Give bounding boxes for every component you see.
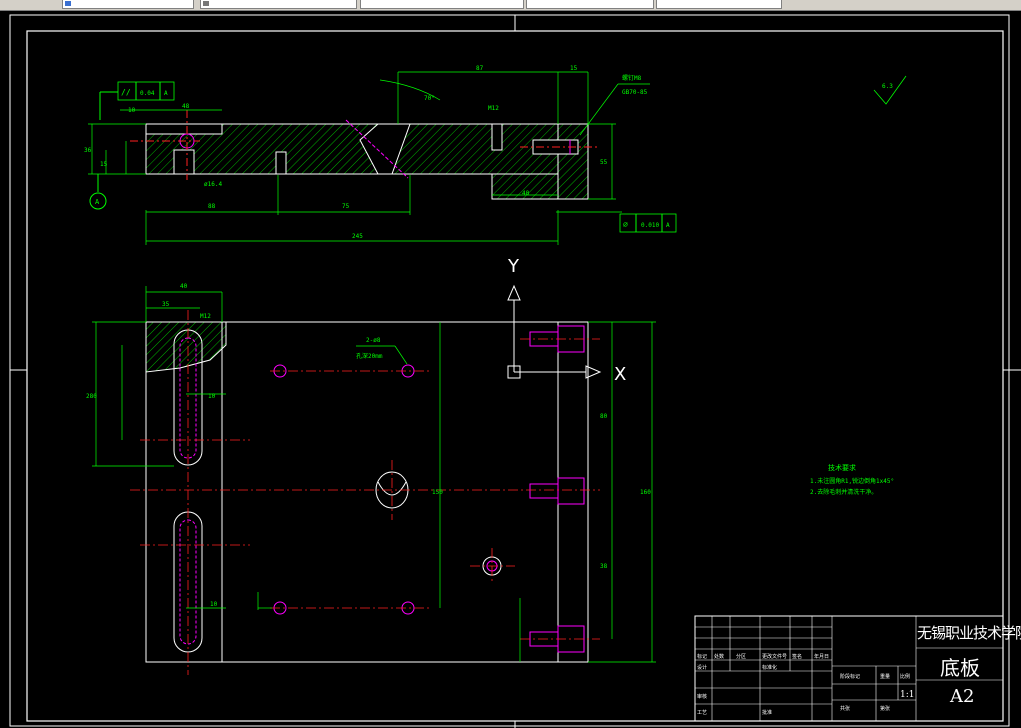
plan-slot-strip: [145, 321, 223, 663]
dim-87: 87: [476, 65, 484, 72]
dim-48: 48: [182, 103, 190, 110]
document-tab-4[interactable]: [526, 0, 654, 9]
plan-dim-40: 40: [180, 283, 188, 290]
section-view: [130, 110, 600, 200]
tol-top-sym: //: [121, 88, 131, 97]
tb-standard: 标准化: [762, 664, 777, 671]
tol-bottom-sym: ⌀: [623, 220, 628, 229]
tech-req-line-2: 2.去除毛刺并清洗干净。: [810, 488, 877, 496]
dim-15b: 15: [100, 161, 108, 168]
dim-88: 88: [208, 203, 216, 210]
tb-stage: 阶段标记: [840, 673, 860, 680]
document-tab-3[interactable]: [360, 0, 524, 9]
dim-75: 75: [342, 203, 350, 210]
tb-scale: 1:1: [900, 690, 914, 700]
plan-dim-80: 80: [600, 413, 608, 420]
plan-dim-35: 35: [162, 301, 170, 308]
tol-top-ref: A: [164, 90, 168, 97]
cad-drawing-canvas[interactable]: 245 88 75 40 87 15 48 36 15 10 55 M12 ø1…: [0, 10, 1021, 728]
axis-y-label: Y: [507, 256, 520, 277]
tb-signature: 签名: [792, 653, 802, 660]
tech-requirements: 技术要求 1.未注圆角R1,锐边倒角1x45° 2.去除毛刺并清洗干净。: [810, 463, 894, 496]
tb-design: 设计: [697, 664, 707, 671]
plan-screw-2: [529, 477, 585, 505]
tb-approve: 批准: [762, 709, 772, 716]
plan-dim-160: 160: [640, 489, 651, 496]
plan-dim-10b: 10: [210, 601, 218, 608]
tolerance-frame-bottom: ⌀ 0.010 A: [619, 213, 677, 233]
section-end-block: [557, 123, 589, 200]
dim-phi16: ø16.4: [204, 181, 222, 188]
roughness-value: 6.3: [882, 83, 893, 90]
dim-55: 55: [600, 159, 608, 166]
tolerance-frame-top: // 0.04 A: [99, 81, 175, 120]
datum-symbol: A: [89, 174, 107, 210]
tb-date: 年月日: [814, 653, 829, 660]
tb-count: 处数: [714, 653, 724, 660]
section-slot: [145, 123, 223, 135]
tb-review: 审核: [697, 693, 707, 700]
dim-245: 245: [352, 233, 363, 240]
tb-change-doc: 更改文件号: [762, 653, 787, 660]
section-pin-hole: [275, 151, 287, 175]
tb-zone: 分区: [736, 653, 746, 660]
tech-req-line-1: 1.未注圆角R1,锐边倒角1x45°: [810, 477, 894, 485]
dim-36: 36: [84, 147, 92, 154]
tb-sheet-no: 第张: [880, 705, 890, 712]
plan-dim-m12: M12: [200, 313, 211, 320]
tb-mark: 标记: [697, 653, 707, 660]
dim-angle: 70°: [424, 95, 435, 102]
plan-outline: [145, 321, 589, 663]
tb-school-name: 无锡职业技术学院: [917, 624, 1021, 642]
screw-leader: 螺钉M8 GB70-85: [579, 74, 650, 136]
plan-dim-280: 280: [86, 393, 97, 400]
plan-broken-section: [145, 321, 227, 373]
document-tab-2[interactable]: [200, 0, 357, 9]
section-tapped-hole: [491, 123, 503, 151]
datum-label: A: [95, 198, 100, 206]
ucs-icon: Y X: [507, 256, 626, 385]
section-counterbore: [173, 149, 195, 175]
tb-total: 共张: [840, 705, 850, 712]
tb-sheet-size: A2: [950, 686, 975, 707]
tech-req-title: 技术要求: [828, 463, 856, 472]
tol-bottom-val: 0.010: [641, 222, 659, 229]
axis-x-label: X: [614, 364, 626, 385]
document-tab-1[interactable]: [62, 0, 194, 9]
dim-15: 15: [570, 65, 578, 72]
roughness-symbol: 6.3: [873, 75, 907, 105]
plan-hole-label: 2-ø8: [366, 337, 381, 344]
tb-part-name: 底板: [940, 656, 980, 680]
plan-dim-10: 10: [208, 393, 216, 400]
plan-dim-38: 38: [600, 563, 608, 570]
document-tab-5[interactable]: [656, 0, 782, 9]
tb-process: 工艺: [697, 710, 707, 716]
dim-10: 10: [128, 107, 136, 114]
document-icon: [65, 1, 71, 6]
tb-scale-label: 比例: [900, 673, 910, 680]
plan-view: [130, 310, 600, 675]
dim-m12: M12: [488, 105, 499, 112]
tol-bottom-ref: A: [666, 222, 670, 229]
plan-hole-note: 孔深20mm: [356, 352, 383, 360]
dim-40: 40: [522, 190, 530, 197]
plan-dim-150: 150: [432, 489, 443, 496]
tb-weight: 重量: [880, 673, 890, 680]
screw-label-2: GB70-85: [622, 89, 648, 96]
screw-label-1: 螺钉M8: [622, 74, 642, 82]
tol-top-val: 0.04: [140, 90, 155, 97]
document-icon: [203, 1, 209, 6]
